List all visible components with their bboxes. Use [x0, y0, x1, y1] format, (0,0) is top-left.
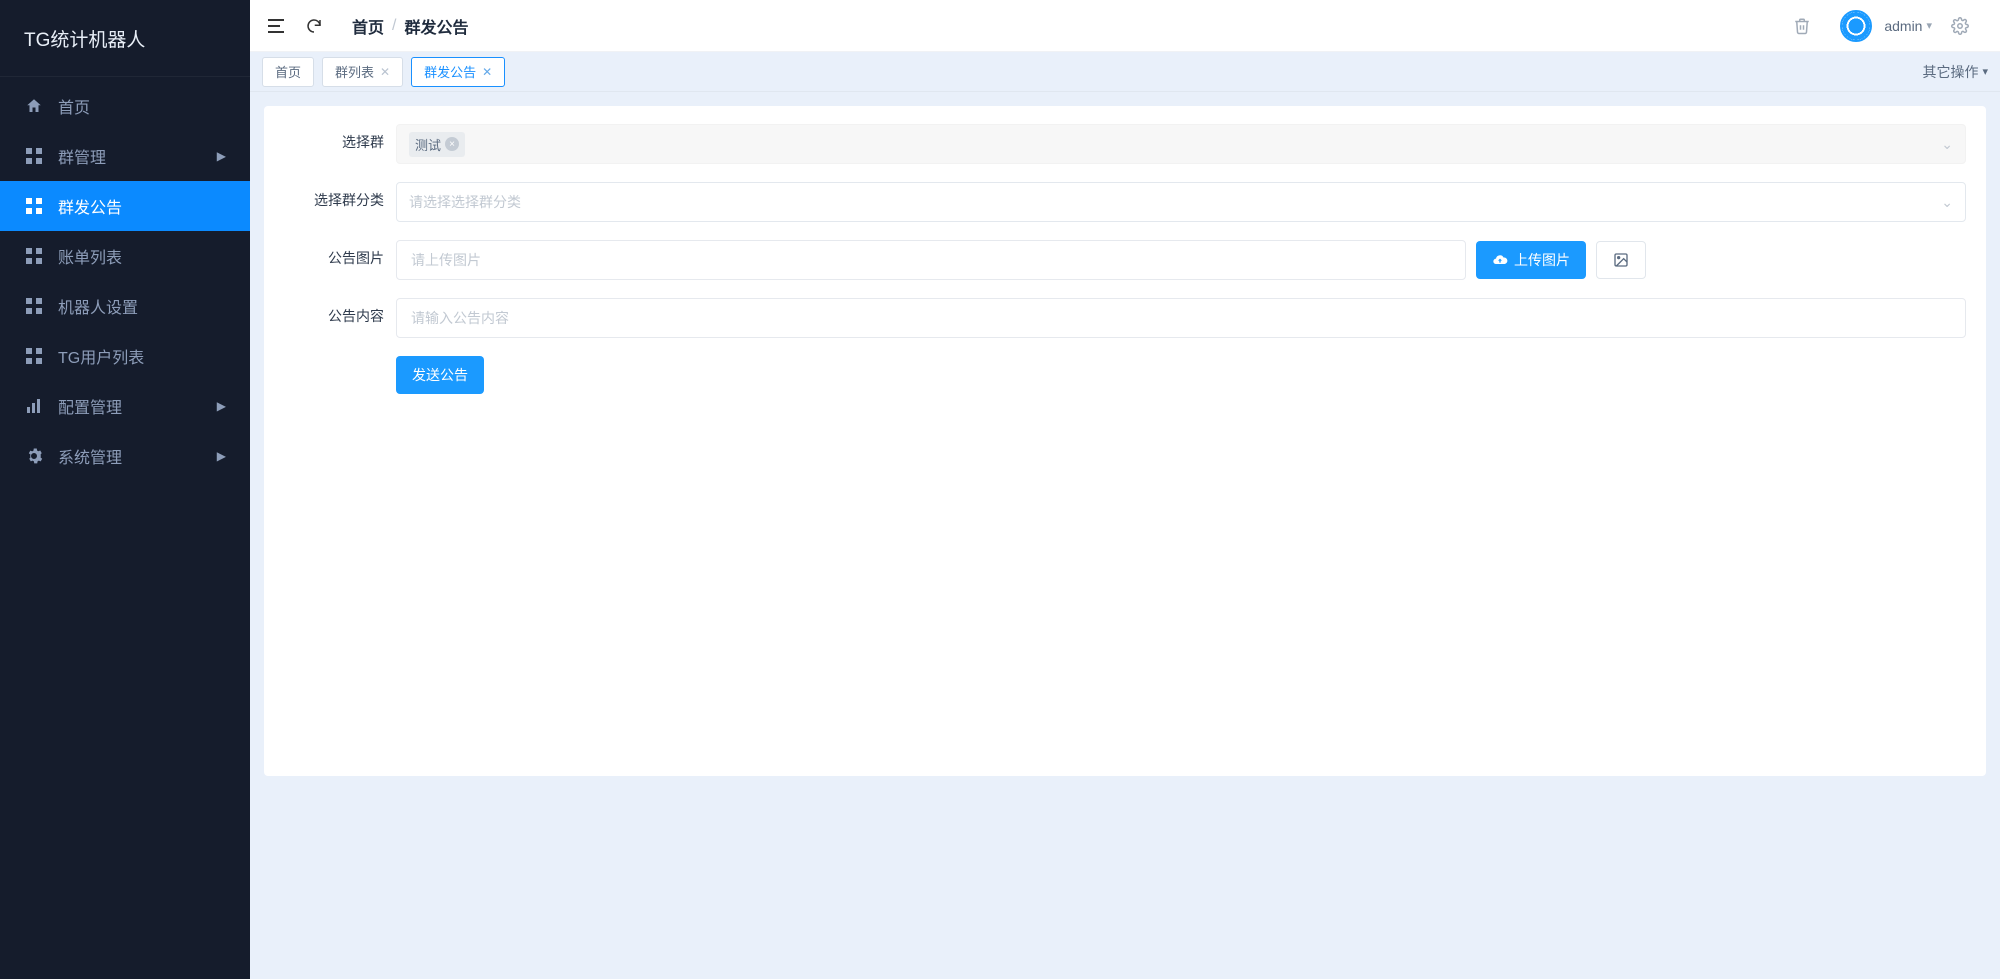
tab-label: 群列表: [335, 62, 374, 81]
form-card: 选择群 测试 × ⌄ 选择群分类: [264, 106, 1986, 776]
tag-chip-label: 测试: [415, 135, 441, 154]
sidebar-item-system[interactable]: 系统管理 ▶: [0, 431, 250, 481]
chevron-right-icon: ▶: [217, 449, 226, 463]
close-icon[interactable]: ✕: [482, 65, 492, 79]
sidebar-item-label: 群发公告: [58, 194, 226, 218]
grid-icon: [24, 296, 44, 316]
grid-icon: [24, 196, 44, 216]
grid-icon: [24, 346, 44, 366]
form-label: 公告图片: [284, 240, 384, 276]
sidebar-item-tg-users[interactable]: TG用户列表: [0, 331, 250, 381]
button-label: 发送公告: [412, 365, 468, 385]
app-logo: TG统计机器人: [0, 0, 250, 77]
chevron-down-icon: ⌄: [1941, 194, 1953, 211]
select-group-input[interactable]: 测试 × ⌄: [396, 124, 1966, 164]
tabs-actions-label: 其它操作: [1922, 62, 1978, 82]
content-area: 选择群 测试 × ⌄ 选择群分类: [250, 92, 2000, 979]
chevron-down-icon: ⌄: [1941, 136, 1953, 153]
main-area: 首页 / 群发公告 admin ▾ 首页: [250, 0, 2000, 979]
breadcrumb-item: 群发公告: [404, 14, 468, 38]
preview-image-button[interactable]: [1596, 241, 1646, 279]
image-path-input[interactable]: [396, 240, 1466, 280]
form-row-submit: 发送公告: [284, 356, 1966, 394]
upload-image-button[interactable]: 上传图片: [1476, 241, 1586, 279]
sidebar-item-home[interactable]: 首页: [0, 81, 250, 131]
tab-home[interactable]: 首页: [262, 57, 314, 87]
select-placeholder: 请选择选择群分类: [409, 192, 521, 212]
content-input[interactable]: [396, 298, 1966, 338]
top-header: 首页 / 群发公告 admin ▾: [250, 0, 2000, 52]
sidebar-item-config[interactable]: 配置管理 ▶: [0, 381, 250, 431]
form-label: 公告内容: [284, 298, 384, 334]
sidebar-item-bot-settings[interactable]: 机器人设置: [0, 281, 250, 331]
select-category-input[interactable]: 请选择选择群分类 ⌄: [396, 182, 1966, 222]
tabs-actions-menu[interactable]: 其它操作 ▾: [1922, 62, 1988, 82]
sidebar-item-label: TG用户列表: [58, 344, 226, 368]
sidebar-item-broadcast[interactable]: 群发公告: [0, 181, 250, 231]
image-icon: [1613, 252, 1629, 268]
tabs-bar: 首页 群列表 ✕ 群发公告 ✕ 其它操作 ▾: [250, 52, 2000, 92]
form-row-image: 公告图片 上传图片: [284, 240, 1966, 280]
chevron-right-icon: ▶: [217, 399, 226, 413]
chevron-down-icon: ▾: [1982, 65, 1988, 78]
chart-bars-icon: [24, 396, 44, 416]
app-title: TG统计机器人: [24, 25, 145, 52]
tab-group-list[interactable]: 群列表 ✕: [322, 57, 403, 87]
sidebar-item-label: 配置管理: [58, 394, 217, 418]
chevron-down-icon: ▾: [1926, 19, 1932, 32]
user-menu[interactable]: admin ▾: [1884, 18, 1932, 34]
form-row-select-category: 选择群分类 请选择选择群分类 ⌄: [284, 182, 1966, 222]
chevron-right-icon: ▶: [217, 149, 226, 163]
tab-broadcast[interactable]: 群发公告 ✕: [411, 57, 505, 87]
grid-icon: [24, 146, 44, 166]
breadcrumb-separator: /: [392, 17, 396, 35]
form-row-content: 公告内容: [284, 298, 1966, 338]
form-label: 选择群分类: [284, 182, 384, 218]
tab-label: 群发公告: [424, 62, 476, 81]
close-icon[interactable]: ×: [445, 137, 459, 151]
form-row-select-group: 选择群 测试 × ⌄: [284, 124, 1966, 164]
sidebar-item-label: 账单列表: [58, 244, 226, 268]
sidebar-item-label: 群管理: [58, 144, 217, 168]
grid-icon: [24, 246, 44, 266]
sidebar-item-label: 系统管理: [58, 444, 217, 468]
form-label: 选择群: [284, 124, 384, 160]
sidebar-item-group-manage[interactable]: 群管理 ▶: [0, 131, 250, 181]
refresh-icon[interactable]: [302, 14, 326, 38]
gear-icon: [24, 446, 44, 466]
home-icon: [24, 96, 44, 116]
breadcrumb: 首页 / 群发公告: [352, 14, 468, 38]
avatar[interactable]: [1840, 10, 1872, 42]
send-button[interactable]: 发送公告: [396, 356, 484, 394]
sidebar-item-label: 机器人设置: [58, 294, 226, 318]
username-label: admin: [1884, 18, 1922, 34]
sidebar-menu: 首页 群管理 ▶ 群发公告 账单列表: [0, 77, 250, 481]
cloud-upload-icon: [1492, 252, 1508, 268]
sidebar-item-label: 首页: [58, 94, 226, 118]
sidebar-item-bills[interactable]: 账单列表: [0, 231, 250, 281]
button-label: 上传图片: [1514, 250, 1570, 270]
close-icon[interactable]: ✕: [380, 65, 390, 79]
tag-chip[interactable]: 测试 ×: [409, 132, 465, 157]
settings-gear-icon[interactable]: [1948, 14, 1972, 38]
header-right: admin ▾: [1790, 10, 1986, 42]
tab-label: 首页: [275, 62, 301, 81]
menu-toggle-icon[interactable]: [264, 14, 288, 38]
breadcrumb-item[interactable]: 首页: [352, 14, 384, 38]
trash-icon[interactable]: [1790, 14, 1814, 38]
sidebar: TG统计机器人 首页 群管理 ▶ 群发公告: [0, 0, 250, 979]
